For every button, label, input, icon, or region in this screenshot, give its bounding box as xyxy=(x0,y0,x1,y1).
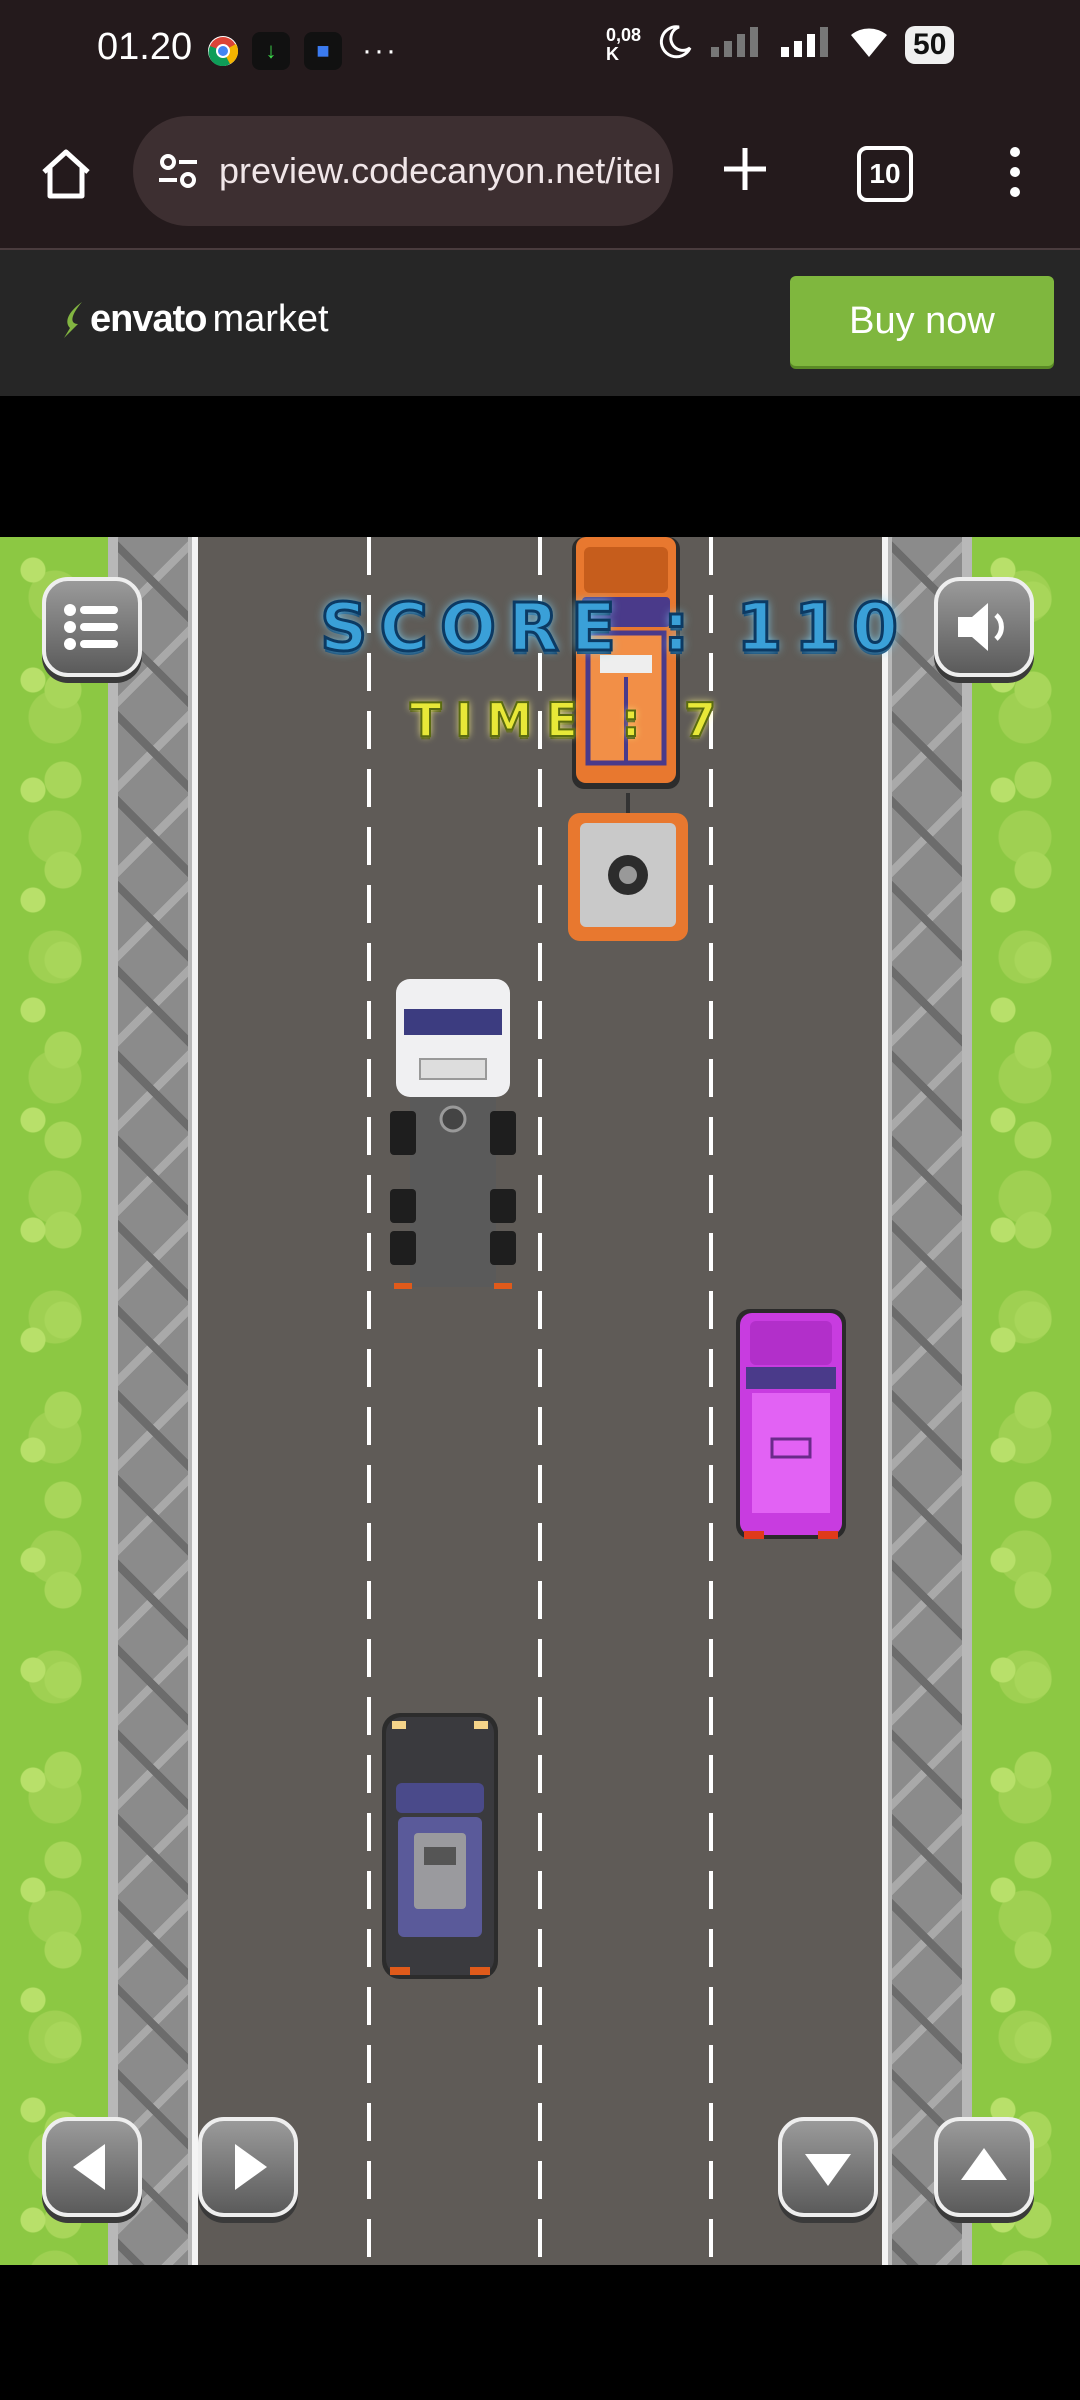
down-button[interactable] xyxy=(778,2117,878,2217)
net-speed: 0,08 K xyxy=(606,24,642,64)
left-arrow-icon xyxy=(73,2144,105,2190)
black-spacer xyxy=(0,396,1080,537)
status-bar: 01.20 ↓ ■ ··· 0,08 K 50 xyxy=(0,0,1080,102)
browser-toolbar: preview.codecanyon.net/item 10 xyxy=(0,102,1080,250)
app-notification-icon: ■ xyxy=(304,32,342,70)
signal-icon-1 xyxy=(709,25,763,64)
right-arrow-icon xyxy=(235,2144,267,2190)
road-edge-right xyxy=(882,537,888,2265)
orange-trailer xyxy=(568,793,688,941)
more-menu-icon[interactable] xyxy=(1000,142,1030,202)
signal-icon-2 xyxy=(779,25,833,64)
wifi-icon xyxy=(849,25,889,64)
time-label: TIME : 7 xyxy=(409,692,731,748)
moon-icon xyxy=(657,24,693,65)
status-time: 01.20 xyxy=(97,26,193,68)
up-arrow-icon xyxy=(961,2148,1007,2180)
more-notifications-icon: ··· xyxy=(362,34,398,67)
up-button[interactable] xyxy=(934,2117,1034,2217)
site-settings-icon[interactable] xyxy=(153,146,203,196)
purple-car xyxy=(736,1309,846,1539)
guardrail-right xyxy=(882,537,972,2265)
envato-leaf-icon xyxy=(64,301,82,338)
lane-divider xyxy=(709,537,713,2265)
sound-icon xyxy=(958,603,1004,651)
bottom-spacer xyxy=(0,2265,1080,2400)
lane-divider xyxy=(367,537,371,2265)
player-black-car[interactable] xyxy=(380,1713,500,1981)
lane-divider xyxy=(538,537,542,2265)
grass-right xyxy=(970,537,1080,2265)
url-text[interactable]: preview.codecanyon.net/item xyxy=(219,150,659,192)
buy-now-button[interactable]: Buy now xyxy=(790,276,1054,366)
envato-logo[interactable]: envato market xyxy=(60,298,329,341)
menu-icon xyxy=(64,604,118,650)
right-button[interactable] xyxy=(198,2117,298,2217)
home-icon[interactable] xyxy=(34,142,98,206)
down-arrow-icon xyxy=(805,2154,851,2186)
white-semi-truck xyxy=(390,979,516,1289)
grass-left xyxy=(0,537,110,2265)
tab-switcher-button[interactable]: 10 xyxy=(857,146,913,202)
score-label: SCORE : 110 xyxy=(318,588,911,668)
menu-button[interactable] xyxy=(42,577,142,677)
sound-button[interactable] xyxy=(934,577,1034,677)
left-button[interactable] xyxy=(42,2117,142,2217)
battery-indicator: 50 xyxy=(905,25,955,64)
guardrail-left xyxy=(108,537,198,2265)
road-edge-left xyxy=(192,537,198,2265)
envato-header: envato market Buy now xyxy=(0,250,1080,396)
new-tab-icon[interactable] xyxy=(716,140,774,198)
chrome-icon xyxy=(208,36,238,66)
game-canvas[interactable]: SCORE : 110 TIME : 7 xyxy=(0,537,1080,2265)
download-icon: ↓ xyxy=(252,32,290,70)
address-bar[interactable]: preview.codecanyon.net/item xyxy=(133,116,673,226)
